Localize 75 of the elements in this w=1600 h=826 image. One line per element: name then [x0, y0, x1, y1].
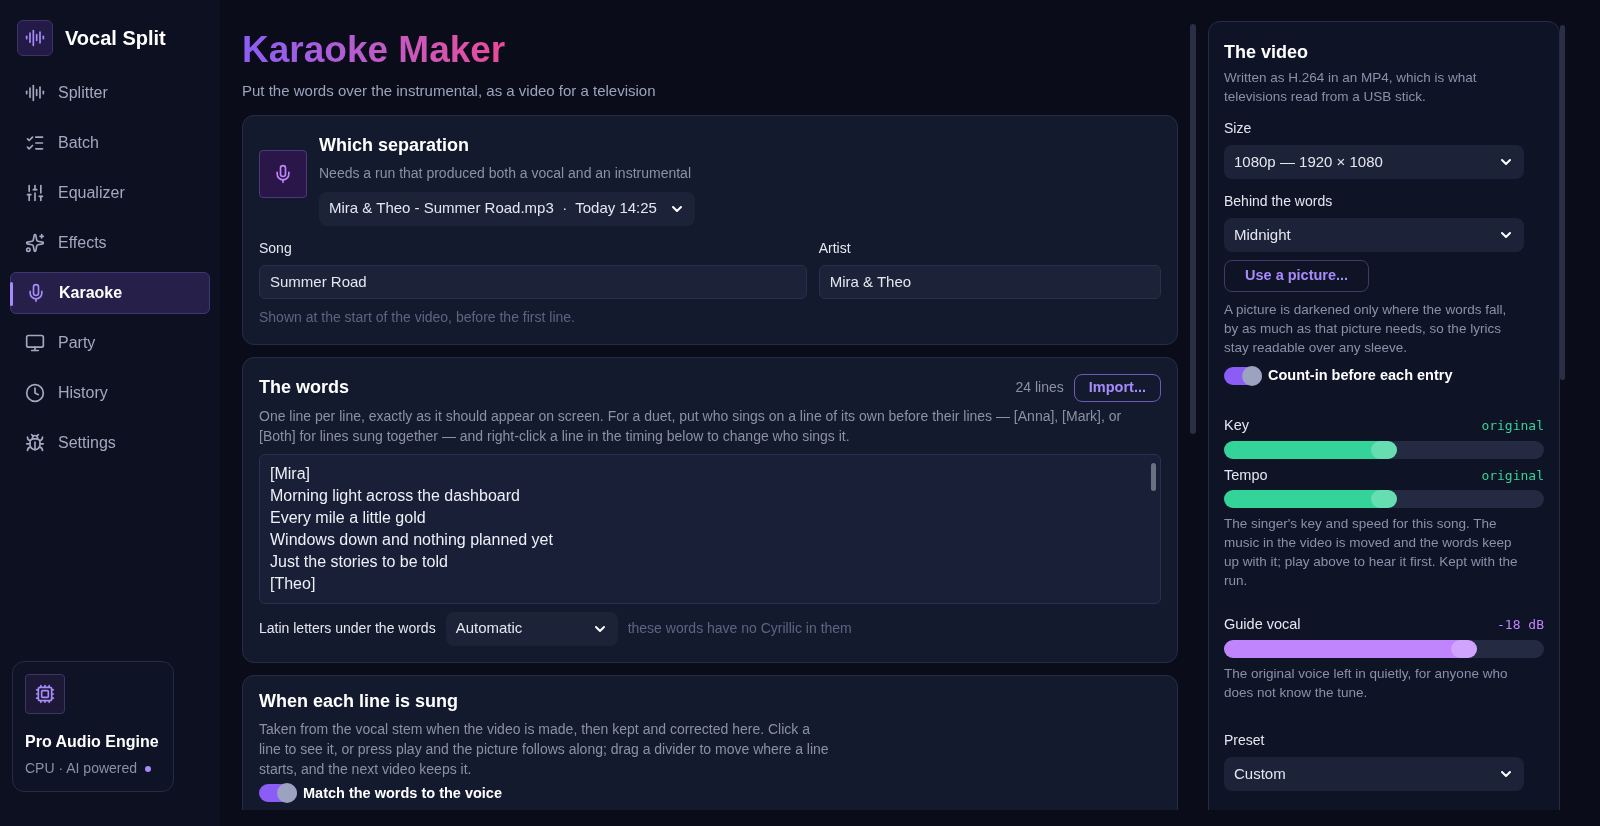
latin-select[interactable]: Automatic	[445, 611, 618, 646]
toggle-label: Count-in before each entry	[1268, 366, 1453, 385]
slider-label: Guide vocal	[1224, 615, 1301, 635]
waveform-icon	[25, 83, 45, 103]
picture-note: A picture is darkened only where the words fall, by as much as that picture needs, so the lyrics stay readable over any sleeve.	[1224, 301, 1508, 357]
slider-note: The original voice left in quietly, for anyone who does not know the tune.	[1224, 665, 1509, 702]
slider-label: Tempo	[1224, 465, 1268, 485]
song-field[interactable]: Summer Road	[259, 264, 807, 299]
lyric-line: Just the stories to be told	[270, 551, 449, 572]
sidebar-item[interactable]: Party	[10, 322, 210, 364]
slider-thumb[interactable]	[1370, 490, 1397, 509]
select-label: Latin letters under the words	[259, 619, 436, 638]
field-label: Behind the words	[1224, 192, 1334, 211]
select-note: these words have no Cyrillic in them	[627, 619, 852, 638]
toggle-switch[interactable]	[1224, 366, 1262, 385]
lyric-line: [Mira]	[270, 463, 311, 484]
panel-title: The video	[1224, 41, 1309, 64]
sidebar-item[interactable]: Splitter	[10, 72, 210, 114]
slider-thumb[interactable]	[1370, 440, 1397, 459]
panel-hint: Written as H.264 in an MP4, which is what televisions read from a USB stick.	[1224, 69, 1478, 106]
import-button[interactable]: Import...	[1073, 373, 1161, 402]
preset-select[interactable]: Custom	[1224, 757, 1524, 791]
field-label: Artist	[818, 238, 852, 258]
sidebar-item[interactable]: History	[10, 372, 210, 414]
sparkle-icon	[25, 233, 45, 253]
monitor-icon	[25, 333, 45, 353]
background-select[interactable]: Midnight	[1224, 218, 1524, 252]
field-label: Preset	[1224, 731, 1266, 750]
microphone-icon	[26, 283, 46, 303]
field-note: Shown at the start of the video, before the first line.	[259, 307, 576, 327]
picture-button[interactable]: Use a picture...	[1224, 260, 1370, 292]
lyric-line: Every mile a little gold	[270, 507, 427, 528]
card-hint: Taken from the vocal stem when the video is made, then kept and corrected here. Click a line to see it, or press play and the picture follows along; drag a divider to move where a line starts, and the next video keeps it.	[259, 719, 829, 779]
lyric-line: Windows down and nothing planned yet	[270, 529, 554, 550]
field-label: Song	[259, 238, 293, 258]
slider-note: The singer's key and speed for this song. The music in the video is moved and the words keep up with it; play above to hear it first. Kept with the run.	[1224, 515, 1519, 591]
lyrics-field[interactable]: [Mira] Morning light across the dashboard Every mile a little gold Windows down and nothing planned yet Just the stories to be told [Theo]	[259, 453, 1161, 604]
card-title: When each line is sung	[259, 689, 460, 713]
chip-icon	[25, 674, 65, 714]
slider-track[interactable]	[1224, 640, 1544, 658]
slider-reading: original	[1481, 416, 1544, 435]
slider-reading: -18 dB	[1497, 616, 1544, 635]
card-hint: Needs a run that produced both a vocal and an instrumental	[319, 163, 693, 183]
engine-subtitle: CPU · AI powered	[25, 759, 138, 778]
card-title: The words	[259, 376, 349, 399]
sidebar-item[interactable]: Karaoke	[10, 272, 210, 314]
app-name: Vocal Split	[65, 26, 166, 51]
sliders-icon	[25, 183, 45, 203]
engine-title: Pro Audio Engine	[25, 732, 160, 752]
slider-label: Key	[1224, 415, 1249, 435]
clock-icon	[25, 383, 45, 403]
microphone-icon	[259, 149, 307, 198]
toggle-switch[interactable]	[259, 784, 297, 803]
slider-track[interactable]	[1224, 440, 1544, 459]
artist-field[interactable]: Mira & Theo	[818, 264, 1161, 299]
card-title: Which separation	[319, 133, 471, 157]
card-hint: One line per line, exactly as it should appear on screen. For a duet, put who sings on a line of its own before their lines — [Anna], [Mark], or [Both] for lines sung together — and right-click a line in the timing below to change who sings it.	[259, 406, 1123, 446]
list-icon	[25, 133, 45, 153]
lyric-line: Morning light across the dashboard	[270, 485, 521, 506]
slider-track[interactable]	[1224, 490, 1544, 509]
page-subtitle: Put the words over the instrumental, as a video for a television	[242, 81, 657, 101]
lyric-line: [Theo]	[270, 573, 317, 594]
sidebar-item[interactable]: Batch	[10, 122, 210, 164]
slider-reading: original	[1481, 466, 1544, 485]
toggle-label: Match the words to the voice	[303, 783, 502, 803]
sidebar-item[interactable]: Equalizer	[10, 172, 210, 214]
scrollbar-thumb[interactable]	[1151, 462, 1156, 491]
size-select[interactable]: 1080p — 1920 × 1080	[1224, 145, 1524, 179]
logo-icon	[17, 20, 53, 56]
sidebar-item[interactable]: Effects	[10, 222, 210, 264]
slider-thumb[interactable]	[1450, 640, 1477, 658]
run-select[interactable]: Mira & Theo - Summer Road.mp3 · Today 14:25	[319, 191, 695, 226]
field-label: Size	[1224, 119, 1253, 138]
sidebar-item[interactable]: Settings	[10, 422, 210, 464]
line-count: 24 lines	[1015, 378, 1064, 397]
